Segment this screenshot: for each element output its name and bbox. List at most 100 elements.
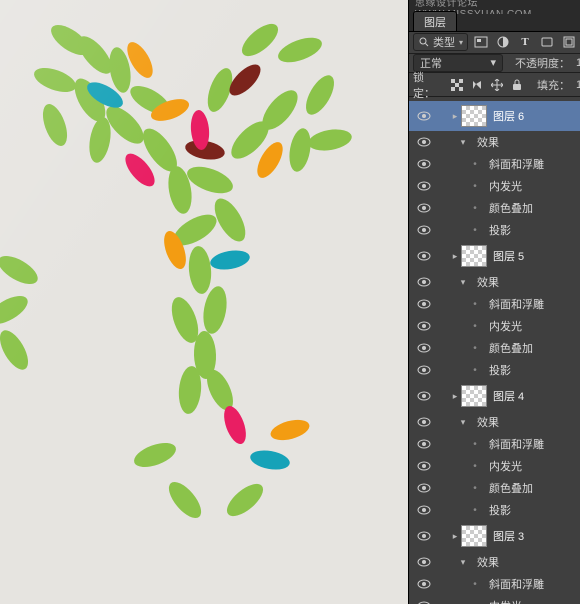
effect-item[interactable]: 内发光 (489, 458, 522, 474)
visibility-toggle[interactable] (413, 505, 435, 515)
effects-row[interactable]: ▾ 效果 (409, 131, 580, 153)
disclosure-triangle-icon[interactable]: ▾ (457, 137, 469, 148)
lock-image-icon[interactable] (469, 77, 485, 93)
visibility-toggle[interactable] (413, 251, 435, 261)
effects-label[interactable]: 效果 (477, 134, 499, 150)
effect-item[interactable]: 投影 (489, 362, 511, 378)
effect-sub-row[interactable]: •颜色叠加 (409, 477, 580, 499)
effects-label[interactable]: 效果 (477, 414, 499, 430)
tab-layers[interactable]: 图层 (413, 11, 457, 31)
visibility-toggle[interactable] (413, 579, 435, 589)
disclosure-triangle-icon[interactable]: ▸ (449, 111, 461, 122)
layer-row[interactable]: ▸ 图层 3 (409, 521, 580, 551)
effect-sub-row[interactable]: •斜面和浮雕 (409, 433, 580, 455)
lock-fill-row: 锁定： 填充： 10 (409, 73, 580, 97)
effect-sub-row[interactable]: •斜面和浮雕 (409, 293, 580, 315)
effect-item[interactable]: 斜面和浮雕 (489, 576, 544, 592)
disclosure-triangle-icon[interactable]: ▸ (449, 391, 461, 402)
filter-smart-icon[interactable] (560, 33, 578, 51)
visibility-toggle[interactable] (413, 159, 435, 169)
lock-transparency-icon[interactable] (449, 77, 465, 93)
effects-label[interactable]: 效果 (477, 274, 499, 290)
layer-name[interactable]: 图层 3 (493, 528, 580, 544)
effect-sub-row[interactable]: •投影 (409, 219, 580, 241)
layer-thumbnail[interactable] (461, 245, 487, 267)
visibility-toggle[interactable] (413, 417, 435, 427)
effect-sub-row[interactable]: •投影 (409, 499, 580, 521)
visibility-toggle[interactable] (413, 225, 435, 235)
filter-type-icon[interactable]: T (516, 33, 534, 51)
effect-sub-row[interactable]: • 颜色叠加 (409, 197, 580, 219)
effect-sub-row[interactable]: •内发光 (409, 315, 580, 337)
effect-item[interactable]: 内发光 (489, 318, 522, 334)
fill-value[interactable]: 10 (576, 79, 580, 91)
visibility-toggle[interactable] (413, 439, 435, 449)
layer-row[interactable]: ▸ 图层 6 (409, 101, 580, 131)
visibility-toggle[interactable] (413, 203, 435, 213)
disclosure-triangle-icon[interactable]: ▾ (457, 417, 469, 428)
layer-row[interactable]: ▸ 图层 5 (409, 241, 580, 271)
visibility-toggle[interactable] (413, 365, 435, 375)
layer-tree[interactable]: ▸图层 6▾效果•斜面和浮雕•内发光•颜色叠加•投影▸图层 5▾效果•斜面和浮雕… (409, 97, 580, 604)
fx-bullet-icon: • (469, 203, 481, 214)
layer-thumbnail[interactable] (461, 525, 487, 547)
layer-thumbnail[interactable] (461, 105, 487, 127)
layer-thumbnail[interactable] (461, 385, 487, 407)
fx-bullet-icon: • (469, 181, 481, 192)
effect-sub-row[interactable]: • 斜面和浮雕 (409, 573, 580, 595)
disclosure-triangle-icon[interactable]: ▸ (449, 251, 461, 262)
effect-item[interactable]: 斜面和浮雕 (489, 296, 544, 312)
visibility-toggle[interactable] (413, 321, 435, 331)
visibility-toggle[interactable] (413, 181, 435, 191)
visibility-toggle[interactable] (413, 483, 435, 493)
layer-name[interactable]: 图层 6 (493, 108, 580, 124)
opacity-value[interactable]: 10 (576, 57, 580, 69)
visibility-toggle[interactable] (413, 299, 435, 309)
visibility-toggle[interactable] (413, 461, 435, 471)
fx-bullet-icon: • (469, 159, 481, 170)
effect-item[interactable]: 内发光 (489, 178, 522, 194)
filter-shape-icon[interactable] (538, 33, 556, 51)
effect-item[interactable]: 颜色叠加 (489, 200, 533, 216)
lock-all-icon[interactable] (509, 77, 525, 93)
layer-row[interactable]: ▸ 图层 4 (409, 381, 580, 411)
visibility-toggle[interactable] (413, 531, 435, 541)
effect-item[interactable]: 投影 (489, 222, 511, 238)
layer-filter-row: 类型 ▾ T (409, 32, 580, 54)
effect-item[interactable]: 斜面和浮雕 (489, 156, 544, 172)
chevron-down-icon: ▾ (490, 56, 496, 69)
effects-row[interactable]: ▾ 效果 (409, 271, 580, 293)
filter-pixel-icon[interactable] (472, 33, 490, 51)
effect-item[interactable]: 斜面和浮雕 (489, 436, 544, 452)
disclosure-triangle-icon[interactable]: ▸ (449, 531, 461, 542)
lock-position-icon[interactable] (489, 77, 505, 93)
visibility-toggle[interactable] (413, 391, 435, 401)
document-canvas[interactable] (0, 0, 408, 604)
layer-name[interactable]: 图层 5 (493, 248, 580, 264)
effect-item[interactable]: 内发光 (489, 598, 522, 604)
visibility-toggle[interactable] (413, 111, 435, 121)
effects-row[interactable]: ▾ 效果 (409, 551, 580, 573)
effect-item[interactable]: 颜色叠加 (489, 340, 533, 356)
disclosure-triangle-icon[interactable]: ▾ (457, 277, 469, 288)
effect-item[interactable]: 颜色叠加 (489, 480, 533, 496)
effect-sub-row[interactable]: • 内发光 (409, 175, 580, 197)
visibility-toggle[interactable] (413, 137, 435, 147)
visibility-toggle[interactable] (413, 557, 435, 567)
disclosure-triangle-icon[interactable]: ▾ (457, 557, 469, 568)
effect-sub-row[interactable]: •投影 (409, 359, 580, 381)
effect-item[interactable]: 投影 (489, 502, 511, 518)
effect-sub-row[interactable]: •颜色叠加 (409, 337, 580, 359)
effects-row[interactable]: ▾ 效果 (409, 411, 580, 433)
effect-sub-row[interactable]: • 斜面和浮雕 (409, 153, 580, 175)
filter-adjust-icon[interactable] (494, 33, 512, 51)
visibility-toggle[interactable] (413, 343, 435, 353)
effects-label[interactable]: 效果 (477, 554, 499, 570)
fill-label: 填充： (537, 77, 570, 93)
layer-filter-type-select[interactable]: 类型 ▾ (413, 33, 468, 51)
visibility-toggle[interactable] (413, 277, 435, 287)
layer-name[interactable]: 图层 4 (493, 388, 580, 404)
fx-bullet-icon: • (469, 579, 481, 590)
effect-sub-row[interactable]: •内发光 (409, 595, 580, 604)
effect-sub-row[interactable]: •内发光 (409, 455, 580, 477)
